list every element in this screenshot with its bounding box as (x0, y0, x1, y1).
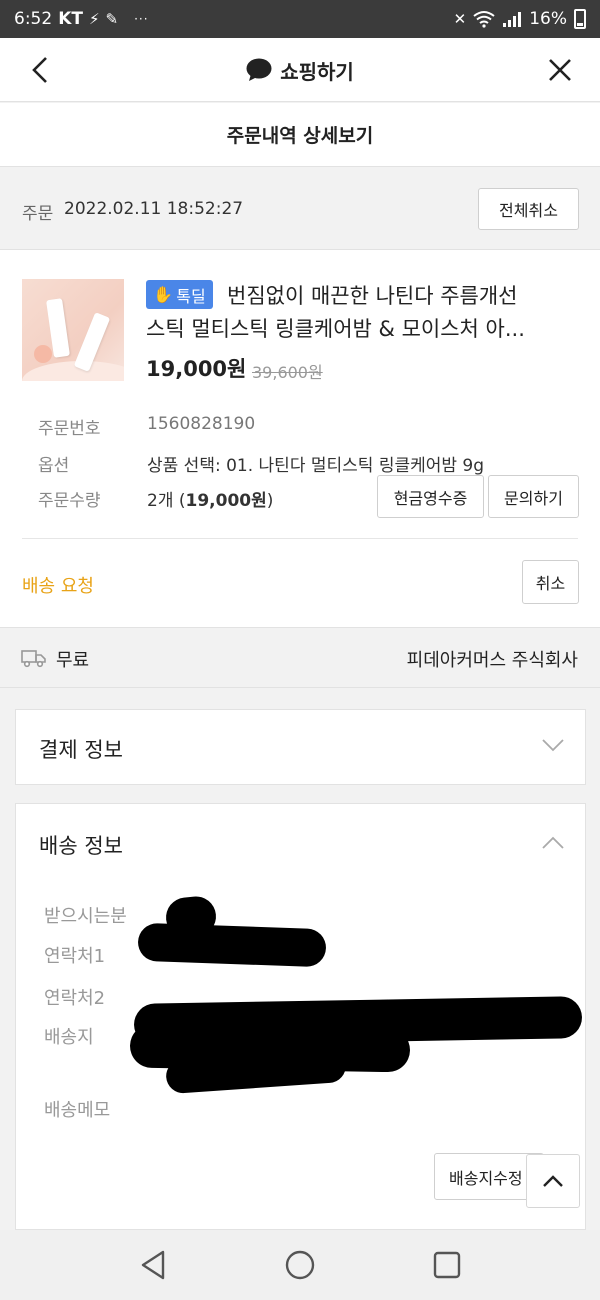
contact1-label: 연락처1 (44, 946, 106, 967)
chevron-up-icon[interactable] (541, 836, 565, 850)
shipping-fee-row: 무료 피데아커머스 주식회사 (0, 628, 600, 688)
divider (22, 538, 578, 539)
option-value: 상품 선택: 01. 나틴다 멀티스틱 링클케어밤 9g (147, 456, 485, 476)
close-icon (549, 59, 571, 81)
option-label: 옵션 (38, 456, 70, 476)
more-notifications-icon: ··· (134, 12, 149, 26)
nav-home-button[interactable] (270, 1235, 330, 1295)
signal-icon (503, 12, 522, 27)
cancel-all-button[interactable]: 전체취소 (478, 188, 579, 230)
order-date-label: 주문 (22, 204, 54, 224)
product-name-line1[interactable]: 번짐없이 매끈한 나틴다 주름개선 (227, 280, 582, 310)
product-price: 19,000원 (146, 357, 247, 381)
battery-percent: 16% (529, 9, 567, 29)
inquiry-button[interactable]: 문의하기 (488, 475, 579, 518)
delivery-info-title[interactable]: 배송 정보 (39, 830, 123, 860)
talkdeal-badge: ✋ 톡딜 (146, 280, 213, 309)
product-thumbnail[interactable] (22, 279, 124, 381)
square-recents-icon (433, 1251, 460, 1279)
chevron-left-icon (32, 57, 47, 83)
scroll-top-button[interactable] (526, 1154, 580, 1208)
order-item: ✋ 톡딜 번짐없이 매끈한 나틴다 주름개선 스틱 멀티스틱 링클케어밤 & 모… (0, 250, 600, 628)
quantity-value: 2개 (19,000원) (147, 491, 274, 511)
system-nav-bar (0, 1230, 600, 1300)
product-original-price: 39,600원 (252, 363, 323, 382)
product-name-line2[interactable]: 스틱 멀티스틱 링클케어밤 & 모이스처 아... (146, 313, 576, 343)
payment-info-title: 결제 정보 (39, 738, 123, 762)
chevron-down-icon (542, 739, 564, 752)
order-number-label: 주문번호 (38, 419, 101, 439)
shipping-status: 배송 요청 (22, 576, 94, 597)
triangle-back-icon (142, 1250, 165, 1280)
data-saver-icon: ⚡ (88, 10, 100, 28)
seller-name[interactable]: 피데아커머스 주식회사 (407, 646, 578, 672)
order-date-value: 2022.02.11 18:52:27 (64, 199, 244, 219)
chevron-up-icon (543, 1174, 563, 1187)
title-bar: 쇼핑하기 (0, 38, 600, 102)
circle-home-icon (285, 1250, 315, 1280)
status-time: 6:52 (14, 9, 53, 29)
cancel-button[interactable]: 취소 (522, 560, 579, 604)
page-title: 쇼핑하기 (280, 59, 354, 84)
pill-icon: ✎ (105, 10, 119, 28)
delivery-info-section: 배송 정보 받으시는분 연락처1 연락처2 배송지 배송메모 배송지수정 (15, 803, 586, 1230)
waving-hand-icon: ✋ (153, 285, 174, 304)
close-button[interactable] (542, 52, 578, 88)
status-bar: 6:52 KT ⚡ ✎ ··· ✕ 16% (0, 0, 600, 38)
section-title: 주문내역 상세보기 (0, 103, 600, 167)
mute-icon: ✕ (453, 10, 467, 28)
nav-recents-button[interactable] (417, 1235, 477, 1295)
badge-label: 톡딜 (176, 286, 206, 306)
order-date-row: 주문 2022.02.11 18:52:27 전체취소 (0, 168, 600, 250)
shipping-fee-label: 무료 (56, 650, 90, 671)
wifi-icon (473, 11, 495, 28)
payment-info-section[interactable]: 결제 정보 (15, 709, 586, 785)
nav-back-button[interactable] (123, 1235, 183, 1295)
contact2-label: 연락처2 (44, 988, 106, 1009)
cash-receipt-button[interactable]: 현금영수증 (377, 475, 484, 518)
order-number-value: 1560828190 (147, 414, 256, 434)
status-carrier: KT (58, 9, 83, 29)
redaction-mark (137, 922, 327, 968)
truck-icon (21, 650, 46, 668)
chat-bubble-icon (246, 58, 272, 81)
back-button[interactable] (22, 52, 58, 88)
quantity-label: 주문수량 (38, 491, 101, 511)
address-label: 배송지 (44, 1027, 94, 1048)
battery-icon (574, 9, 586, 29)
recipient-label: 받으시는분 (44, 906, 127, 927)
memo-label: 배송메모 (44, 1100, 111, 1121)
